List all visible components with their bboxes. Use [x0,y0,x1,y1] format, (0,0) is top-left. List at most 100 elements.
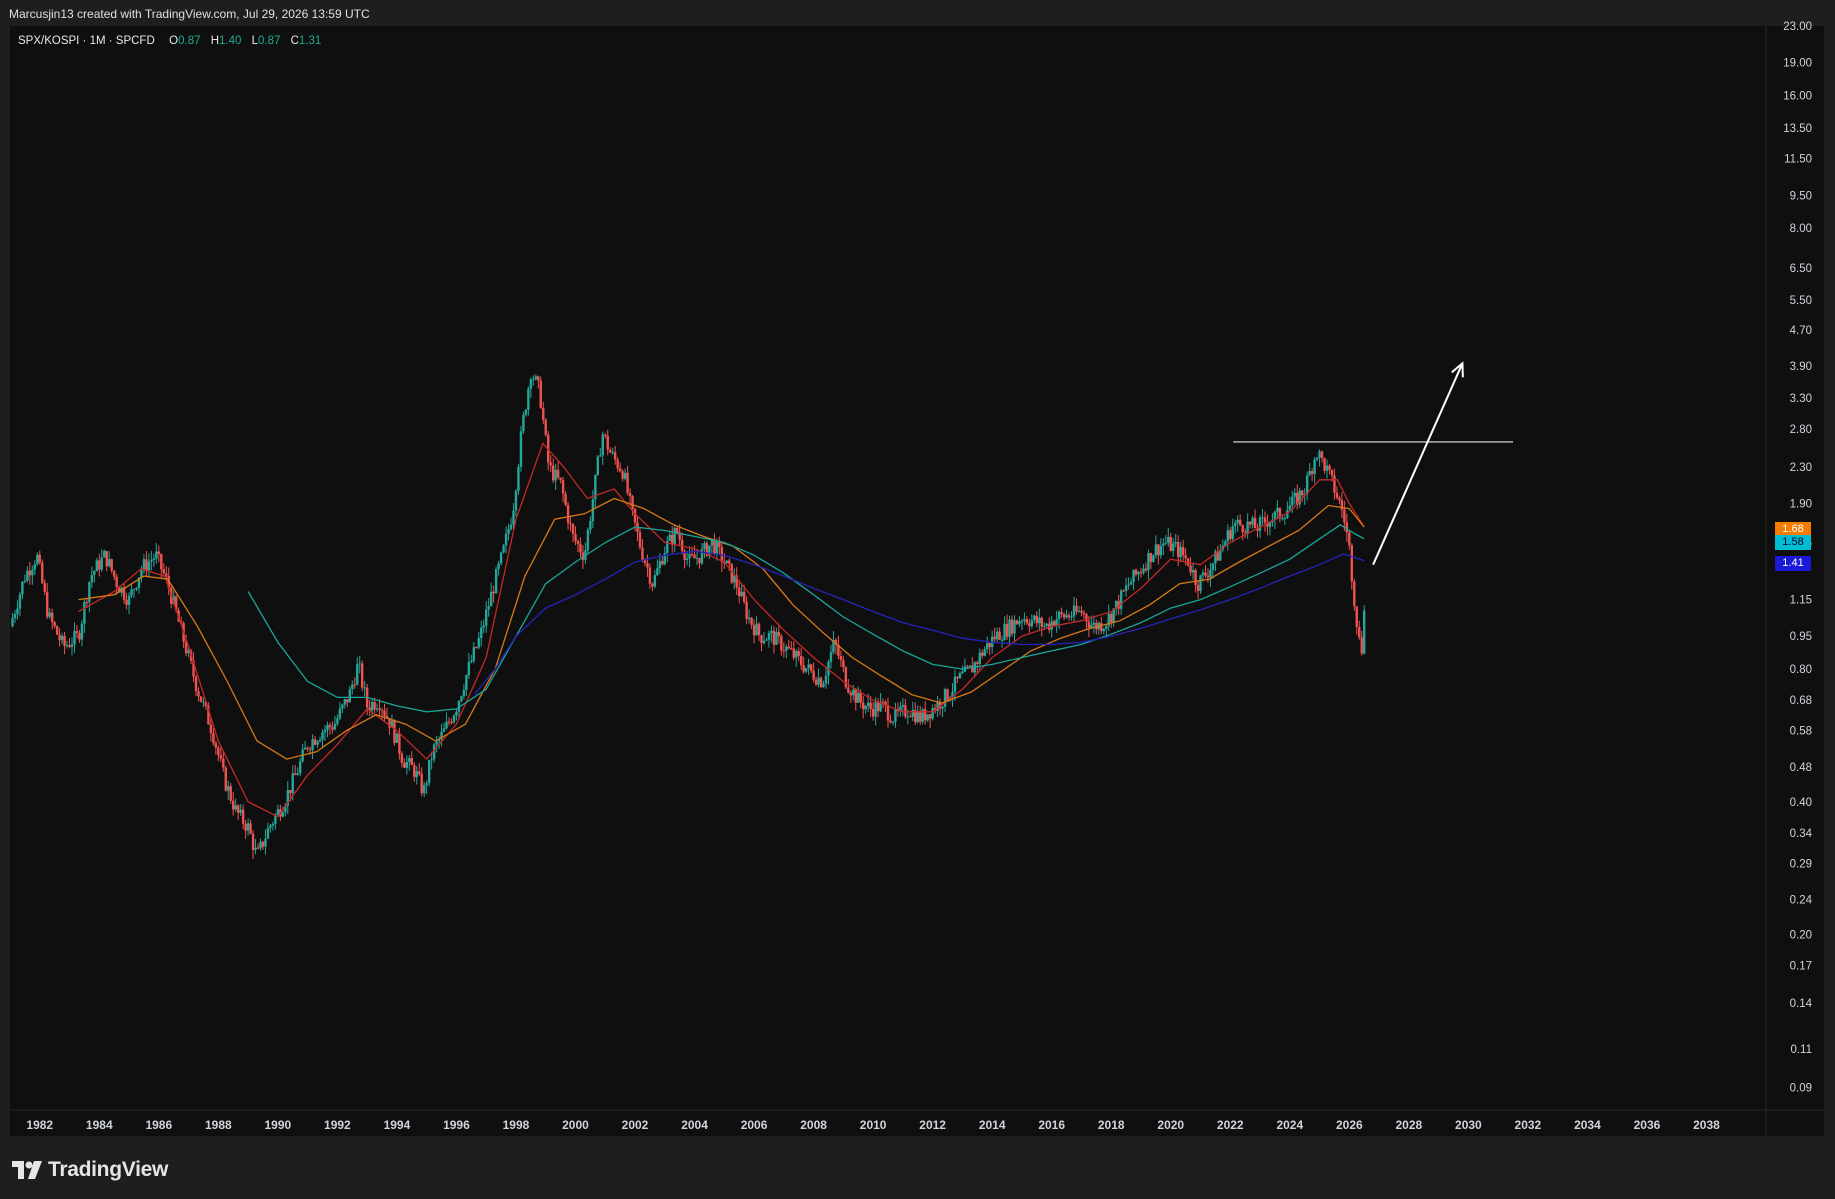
candle-body [1238,519,1242,526]
candle-body [638,532,642,548]
close-label: C [290,35,299,47]
candle-body [673,528,676,545]
candle-body [1020,621,1024,623]
candle-body [1100,622,1103,632]
candle-body [537,376,540,381]
candle-body [83,602,86,624]
candle-body [604,434,607,436]
candle-body [85,602,89,604]
candle-body [522,414,525,432]
candle-body [1243,531,1247,534]
candle-body [398,733,401,754]
candle-body [1092,622,1096,625]
candle-body [318,739,322,742]
candle-body [715,541,719,554]
candle-body [36,554,39,565]
candle-body [532,379,535,381]
candle-body [256,847,260,849]
candle-body [80,623,84,640]
candle-body [1152,555,1155,562]
candle-body [209,724,213,734]
tradingview-logo-icon [12,1161,42,1179]
candle-body [653,575,657,587]
candle-body [11,618,14,627]
candle-body [31,569,34,576]
candle-body [623,472,627,479]
candle-body [1343,509,1346,523]
candle-body [641,547,644,561]
candle-body [65,644,69,646]
symbol-label[interactable]: SPX/KOSPI · 1M · SPCFD [18,35,155,47]
candle-body [420,773,423,794]
candle-body [1139,572,1143,574]
candle-body [1062,613,1066,618]
candle-body [480,627,483,638]
candle-body [539,380,542,408]
candle-body [946,689,949,701]
candle-body [807,664,810,668]
price-tag-ma-blue: 1.41 [1775,556,1811,571]
candle-body [839,655,843,661]
candle-body [482,625,485,628]
close-value: 1.31 [298,35,322,47]
candle-body [140,569,143,578]
x-axis[interactable]: 1982 1984 1986 1988 1990 1992 1994 1996 1998 2000… [26,1118,1720,1132]
x-tick-label: 2014 [979,1118,1006,1132]
x-tick-label: 2024 [1276,1118,1303,1132]
candle-body [618,468,622,472]
symbol-legend[interactable]: SPX/KOSPI · 1M · SPCFD O0.87 H1.40 L0.87… [18,35,328,47]
high-label: H [210,35,220,47]
price-chart[interactable]: 23.00 19.00 16.00 13.50 11.50 9.50 8.00 6.50 5.5… [0,0,1835,1199]
candle-body [519,431,523,467]
candle-body [822,683,825,688]
candle-body [966,666,969,668]
y-tick-label: 1.15 [1790,595,1812,607]
x-tick-label: 2036 [1634,1118,1661,1132]
candle-body [795,651,798,658]
candle-body [621,471,624,479]
candle-body [1149,553,1153,562]
chart-pane[interactable] [10,26,1824,1136]
candle-body [452,715,456,723]
candle-body [695,557,699,559]
candle-body [311,739,314,750]
candle-body [1050,621,1053,630]
candle-body [631,496,634,509]
x-tick-label: 2002 [622,1118,649,1132]
candle-body [155,551,158,559]
candle-body [370,702,374,711]
candle-body [88,582,91,603]
candle-body [507,529,510,534]
x-tick-label: 1988 [205,1118,232,1132]
candle-body [298,761,302,774]
candle-body [135,587,138,590]
y-tick-label: 0.24 [1790,895,1813,907]
candle-body [1219,549,1222,561]
candle-body [445,721,448,729]
candle-body [360,663,364,688]
y-tick-label: 4.70 [1790,325,1812,337]
y-tick-label: 0.58 [1790,726,1812,738]
x-tick-label: 2028 [1395,1118,1422,1132]
candle-body [824,675,828,684]
candle-body [1313,459,1316,474]
candle-body [956,676,959,679]
candle-body [998,631,1001,641]
candle-body [470,660,473,662]
candle-body [742,591,746,602]
candle-body [418,771,421,774]
candle-body [68,644,71,648]
candle-body [43,582,46,592]
x-tick-label: 2004 [681,1118,708,1132]
tradingview-logo[interactable]: TradingView [12,1158,168,1182]
y-tick-label: 13.50 [1783,123,1812,135]
candle-body [561,479,565,494]
candle-body [1276,507,1279,512]
candle-body [1248,521,1252,525]
candle-body [1176,541,1180,558]
candle-body [289,789,292,794]
candle-body [864,705,867,710]
candle-body [814,679,818,685]
candle-body [492,591,495,594]
y-tick-label: 0.48 [1790,762,1812,774]
